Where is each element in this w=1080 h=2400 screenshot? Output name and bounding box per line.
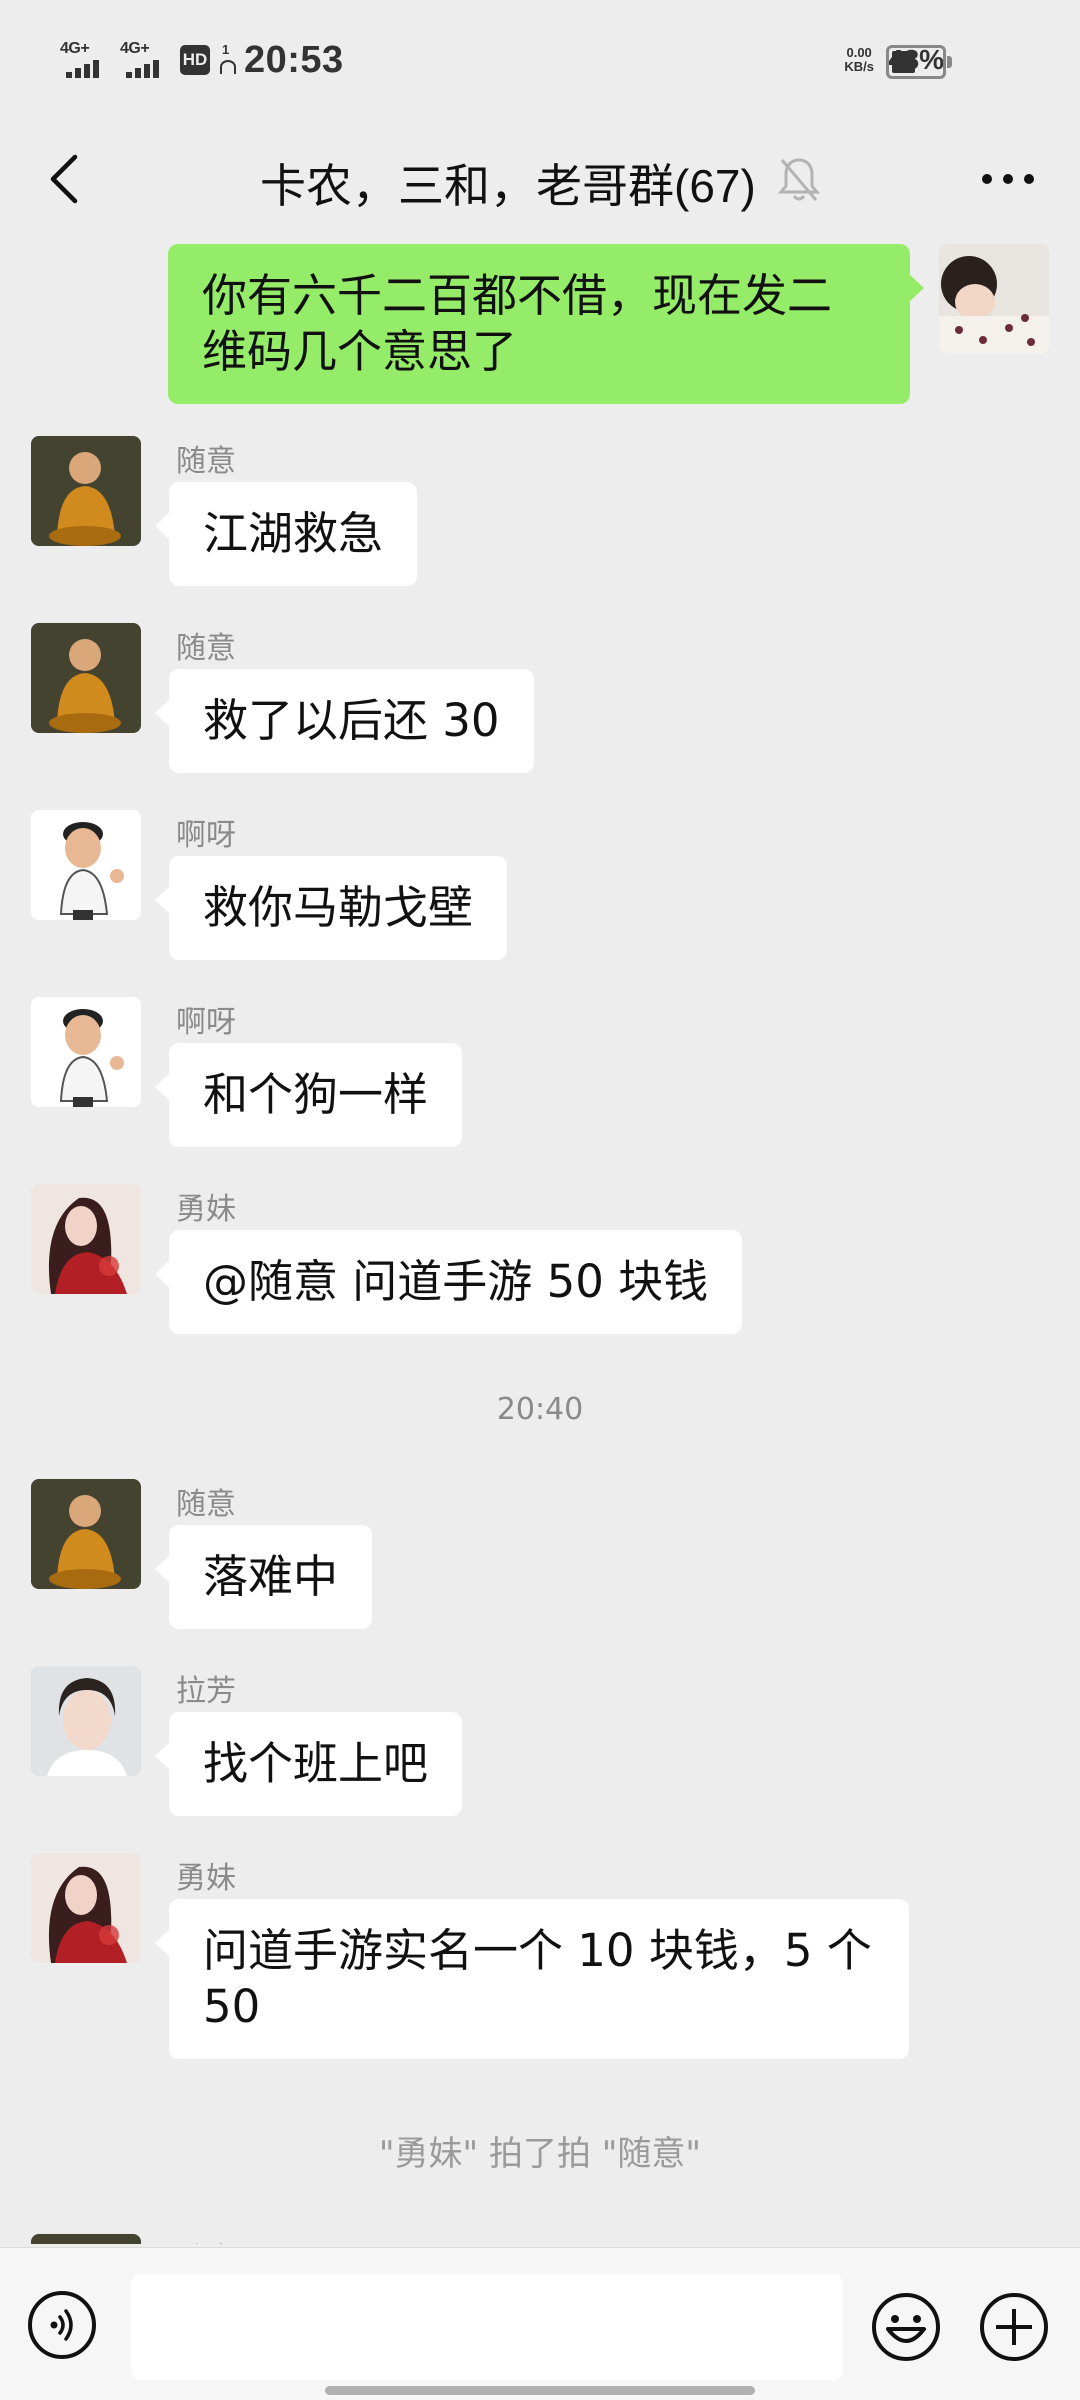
sender-name: 勇妹: [176, 1192, 236, 1227]
plus-icon: [980, 2293, 1048, 2361]
network-type-label: 4G+: [60, 40, 90, 57]
hd-sub-label: 1: [222, 42, 230, 57]
status-left: 4G+ 4G+ HD 1 20:53: [60, 36, 344, 84]
message-text: 救你马勒戈壁: [203, 881, 474, 934]
avatar-image: [31, 810, 141, 920]
avatar[interactable]: [31, 436, 141, 546]
more-options-button[interactable]: [960, 144, 1056, 214]
sender-name: 随意: [176, 1487, 236, 1522]
message-bubble[interactable]: 你有六千二百都不借，现在发二维码几个意思了: [168, 244, 924, 404]
avatar[interactable]: [31, 1184, 141, 1294]
speed-value: 0.00: [846, 45, 872, 60]
sender-name: 随意: [176, 2234, 236, 2244]
chat-screen: 4G+ 4G+ HD 1 20:53 0.00 KB/s 48% 卡农，三和，老…: [0, 0, 1080, 2400]
status-time: 20:53: [244, 38, 344, 81]
message-text: @随意 问道手游 50 块钱: [203, 1255, 709, 1308]
voice-icon: [50, 2309, 73, 2341]
hd-label: HD: [182, 50, 208, 69]
input-bar: [0, 2247, 1080, 2400]
avatar[interactable]: [939, 244, 1049, 354]
hd-voice-icon: HD: [180, 45, 210, 75]
chevron-left-icon: [50, 154, 78, 204]
avatar-image: [31, 1479, 141, 1589]
message-input[interactable]: [131, 2274, 843, 2380]
message-bubble[interactable]: 救了以后还 30: [155, 669, 534, 773]
time-divider: 20:40: [496, 1392, 584, 1427]
message-text: 救了以后还 30: [203, 694, 500, 747]
sender-name: 啊呀: [176, 1005, 236, 1040]
avatar[interactable]: [31, 997, 141, 1107]
avatar-image: [31, 623, 141, 733]
avatar[interactable]: [31, 810, 141, 920]
voice-button[interactable]: [28, 2291, 96, 2359]
sender-name: 勇妹: [176, 1861, 236, 1896]
message-bubble[interactable]: @随意 问道手游 50 块钱: [154, 1230, 743, 1334]
more-functions-button[interactable]: [978, 2291, 1050, 2363]
sender-name: 随意: [176, 444, 236, 479]
battery-fill: [892, 51, 915, 73]
message-text: 你有六千二百都不借，现在发二维码几个意思了: [202, 269, 833, 378]
message-bubble[interactable]: 和个狗一样: [154, 1043, 463, 1147]
avatar[interactable]: [31, 1853, 141, 1963]
message-bubble[interactable]: 救你马勒戈壁: [154, 856, 508, 960]
emoji-button[interactable]: [870, 2291, 942, 2363]
message-bubble[interactable]: 找个班上吧: [154, 1712, 463, 1816]
avatar-image: [31, 436, 141, 546]
chat-header: 卡农，三和，老哥群(67): [0, 120, 1080, 238]
hd-sub-icon: 1: [220, 42, 236, 78]
avatar-image: [31, 997, 141, 1107]
message-list[interactable]: 你有六千二百都不借，现在发二维码几个意思了 随意 江湖救急 随意 救了以后还 3…: [0, 238, 1080, 2244]
message-bubble[interactable]: 问道手游实名一个 10 块钱，5 个 50: [155, 1899, 909, 2059]
avatar-image: [939, 244, 1049, 354]
ellipsis-icon: [982, 174, 992, 184]
message-text: 问道手游实名一个 10 块钱，5 个 50: [203, 1924, 872, 2033]
avatar[interactable]: [31, 1666, 141, 1776]
battery-icon: [886, 45, 952, 79]
home-indicator[interactable]: [325, 2386, 755, 2395]
pat-notice: "勇妹" 拍了拍 "随意": [378, 2134, 702, 2174]
signal-icon-2: 4G+: [120, 40, 170, 80]
message-text: 和个狗一样: [203, 1068, 429, 1121]
avatar-image: [31, 1666, 141, 1776]
avatar[interactable]: [31, 2234, 141, 2244]
message-bubble[interactable]: 落难中: [154, 1525, 373, 1629]
sender-name: 随意: [176, 631, 236, 666]
network-speed: 0.00 KB/s: [844, 46, 874, 74]
message-text: 落难中: [203, 1550, 339, 1603]
message-bubble[interactable]: 江湖救急: [154, 482, 418, 586]
avatar-image: [31, 1853, 141, 1963]
avatar[interactable]: [31, 623, 141, 733]
sender-name: 啊呀: [176, 818, 236, 853]
sender-name: 拉芳: [176, 1674, 236, 1709]
network-type-label: 4G+: [120, 40, 150, 57]
chat-title: 卡农，三和，老哥群(67): [260, 160, 756, 212]
signal-icon-1: 4G+: [60, 40, 110, 80]
message-text: 江湖救急: [203, 507, 384, 560]
status-bar: 4G+ 4G+ HD 1 20:53 0.00 KB/s 48%: [0, 0, 1080, 120]
back-button[interactable]: [28, 142, 102, 216]
emoji-icon: [872, 2293, 940, 2361]
speed-unit: KB/s: [844, 59, 874, 74]
message-text: 找个班上吧: [203, 1737, 429, 1790]
avatar-image: [31, 1184, 141, 1294]
bell-off-icon: [777, 158, 821, 201]
avatar[interactable]: [31, 1479, 141, 1589]
avatar-image: [31, 2234, 141, 2244]
